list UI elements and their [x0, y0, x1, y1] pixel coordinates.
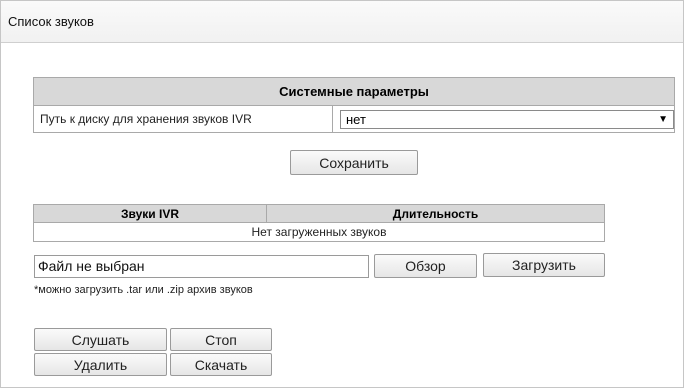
stop-button[interactable]: Стоп — [170, 328, 272, 351]
ivr-path-cell: нет ▼ — [332, 105, 675, 133]
col-duration-header: Длительность — [266, 204, 605, 223]
ivr-path-label: Путь к диску для хранения звуков IVR — [33, 105, 333, 133]
dropdown-arrow-icon: ▼ — [658, 114, 668, 125]
panel-title: Список звуков — [1, 1, 683, 43]
download-button[interactable]: Скачать — [170, 353, 272, 376]
ivr-path-select[interactable]: нет ▼ — [340, 110, 674, 129]
delete-button[interactable]: Удалить — [34, 353, 167, 376]
ivr-sounds-table: Звуки IVR Длительность Нет загруженных з… — [33, 204, 605, 242]
upload-button[interactable]: Загрузить — [483, 253, 605, 277]
empty-sounds-row: Нет загруженных звуков — [33, 222, 605, 242]
system-params-table: Системные параметры Путь к диску для хра… — [33, 77, 675, 133]
col-sound-header: Звуки IVR — [33, 204, 267, 223]
browse-button[interactable]: Обзор — [374, 254, 477, 278]
save-button[interactable]: Сохранить — [290, 150, 418, 175]
listen-button[interactable]: Слушать — [34, 328, 167, 351]
ivr-path-value: нет — [346, 112, 366, 127]
upload-note: *можно загрузить .tar или .zip архив зву… — [34, 284, 253, 296]
system-params-header: Системные параметры — [33, 77, 675, 106]
file-input[interactable]: Файл не выбран — [34, 255, 369, 278]
